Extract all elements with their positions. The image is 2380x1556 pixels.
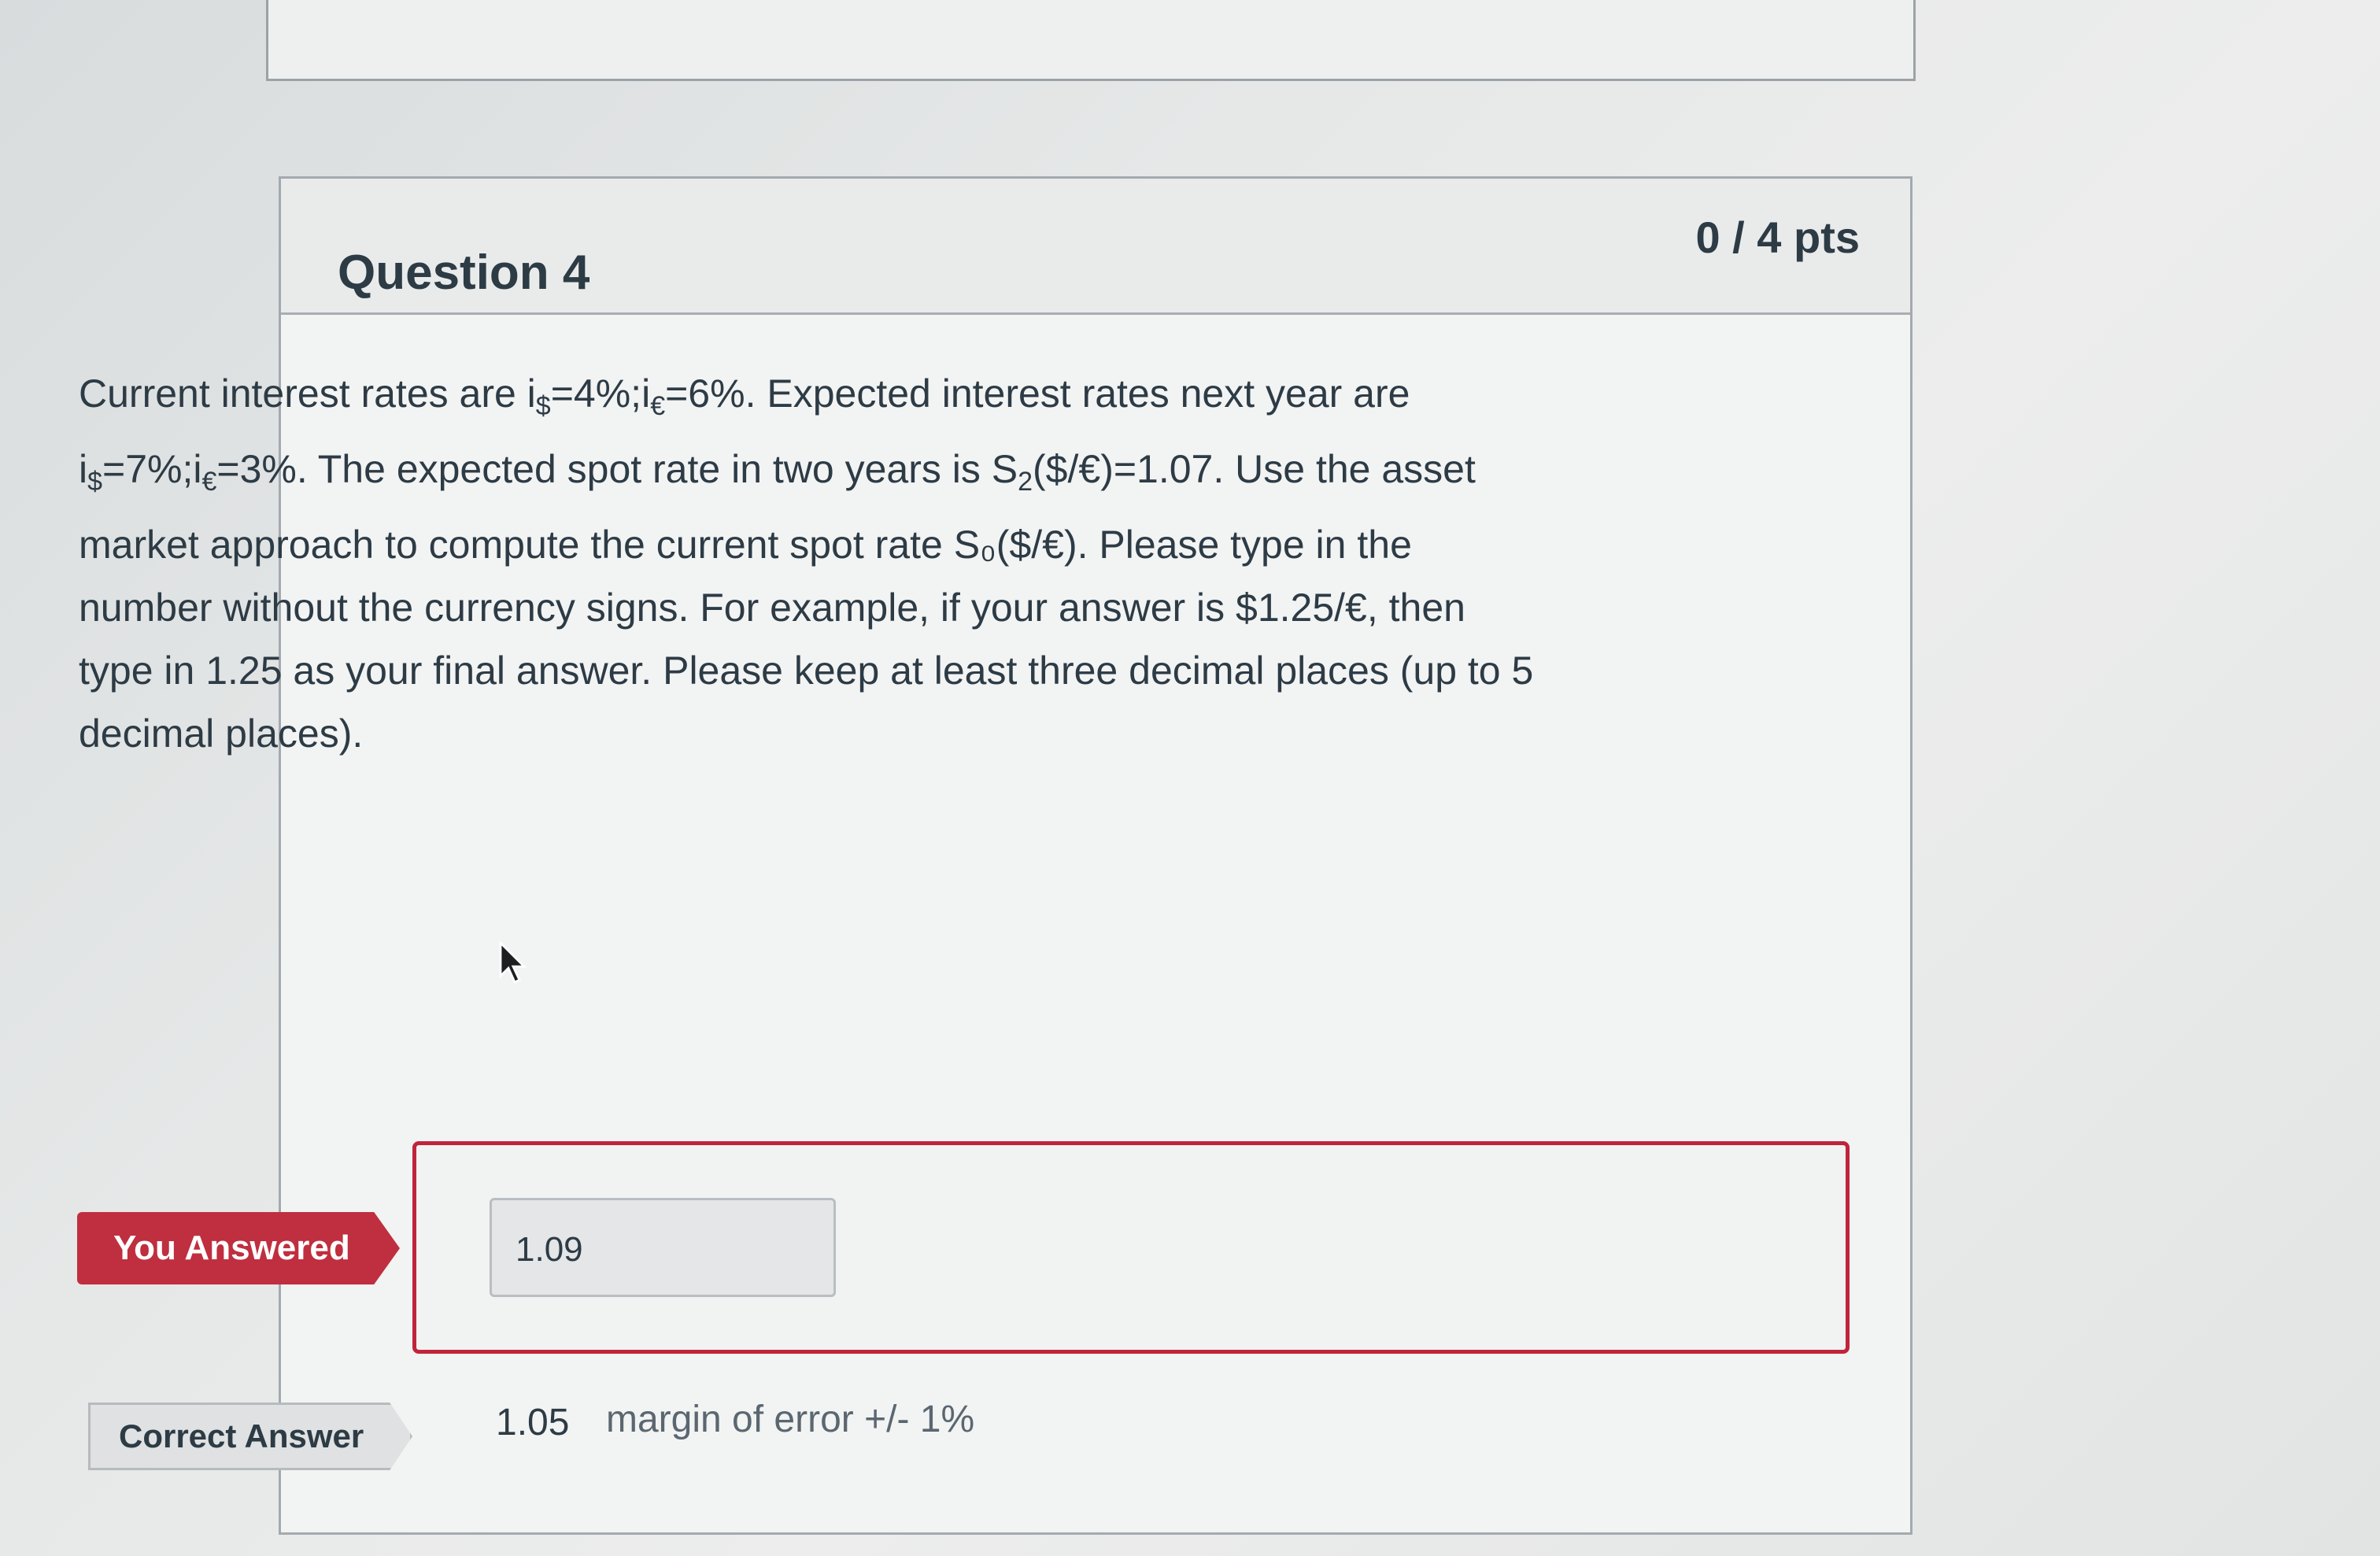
question-text-line-2: i$=7%;i€=3%. The expected spot rate in t…: [79, 447, 1476, 497]
question-text-line-4: number without the currency signs. For e…: [79, 586, 1465, 630]
question-text: Current interest rates are i$=4%;i€=6%. …: [79, 362, 1574, 765]
question-text-line-5: type in 1.25 as your final answer. Pleas…: [79, 649, 1534, 693]
question-title: Question 4: [338, 246, 590, 300]
question-text-line-3: market approach to compute the current s…: [79, 523, 1412, 567]
previous-question-card: [266, 0, 1916, 81]
correct-answer-margin: margin of error +/- 1%: [606, 1399, 975, 1440]
question-text-line-1: Current interest rates are i$=4%;i€=6%. …: [79, 371, 1410, 421]
correct-answer-value: 1.05: [496, 1402, 570, 1443]
answer-input[interactable]: 1.09: [490, 1198, 836, 1297]
correct-answer-tag: Correct Answer: [88, 1403, 412, 1470]
question-text-line-6: decimal places).: [79, 711, 364, 756]
question-points: 0 / 4 pts: [1695, 213, 1860, 262]
mouse-pointer-icon: [499, 941, 527, 984]
you-answered-tag: You Answered: [77, 1212, 400, 1284]
question-header: Question 4 0 / 4 pts: [281, 179, 1910, 315]
